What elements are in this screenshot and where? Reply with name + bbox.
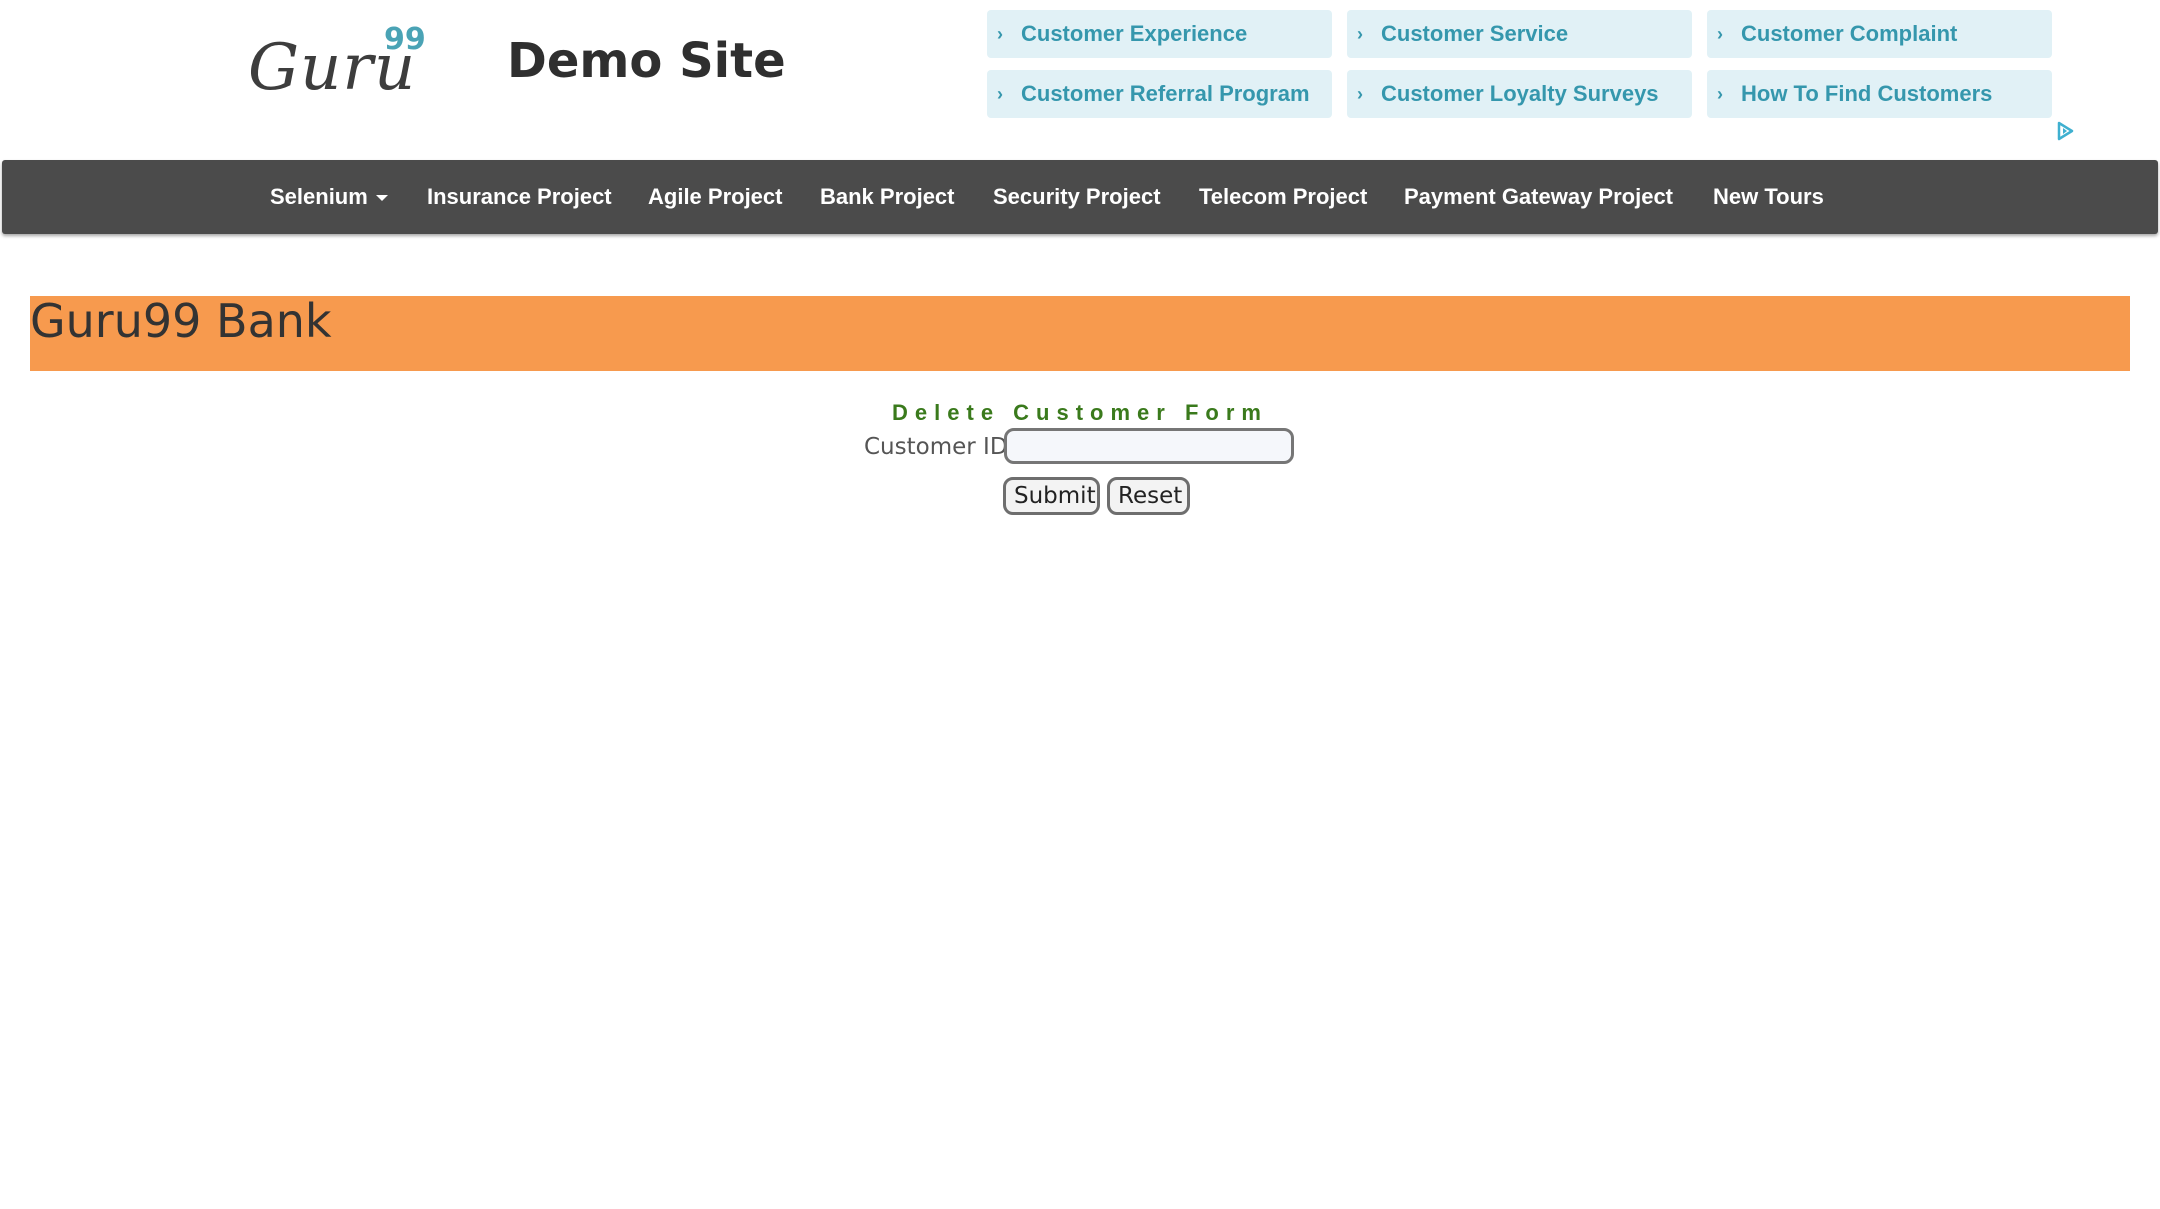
form-heading: Delete Customer Form [0,400,2160,426]
chevron-right-icon: › [1357,83,1363,104]
ad-link-label: Customer Loyalty Surveys [1381,81,1659,106]
ad-link-label: Customer Experience [1021,21,1248,46]
chevron-right-icon: › [997,83,1003,104]
customer-id-input[interactable] [1004,428,1294,464]
ad-link-customer-loyalty-surveys[interactable]: › Customer Loyalty Surveys [1347,70,1692,118]
nav-insurance-project[interactable]: Insurance Project [427,160,612,234]
nav-payment-gateway-project[interactable]: Payment Gateway Project [1404,160,1673,234]
customer-id-label: Customer ID [864,434,1008,460]
chevron-right-icon: › [1717,83,1723,104]
ad-link-label: Customer Complaint [1741,21,1958,46]
nav-security-project[interactable]: Security Project [993,160,1161,234]
ad-link-label: How To Find Customers [1741,81,1993,106]
submit-button[interactable]: Submit [1003,477,1100,515]
ad-link-customer-service[interactable]: › Customer Service [1347,10,1692,58]
ad-link-label: Customer Referral Program [1021,81,1310,106]
page-title: Guru99 Bank [30,294,332,348]
site-header: Guru 99 Demo Site › Customer Experience … [0,0,2160,158]
chevron-right-icon: › [997,23,1003,44]
reset-button[interactable]: Reset [1107,477,1190,515]
chevron-right-icon: › [1717,23,1723,44]
nav-selenium-dropdown[interactable]: Selenium [270,160,388,234]
nav-item-label: Selenium [270,184,368,209]
main-navbar: Selenium Insurance Project Agile Project… [2,160,2158,234]
ad-link-label: Customer Service [1381,21,1569,46]
nav-agile-project[interactable]: Agile Project [648,160,782,234]
ad-links-panel: › Customer Experience › Customer Service… [987,10,2055,120]
site-title: Demo Site [507,33,786,89]
ad-link-customer-experience[interactable]: › Customer Experience [987,10,1332,58]
page-banner: Guru99 Bank [30,296,2130,371]
nav-telecom-project[interactable]: Telecom Project [1199,160,1367,234]
form-heading-text: Delete Customer Form [892,400,1268,425]
logo-superscript: 99 [384,22,426,57]
ad-link-customer-referral-program[interactable]: › Customer Referral Program [987,70,1332,118]
nav-bank-project[interactable]: Bank Project [820,160,955,234]
ad-link-how-to-find-customers[interactable]: › How To Find Customers [1707,70,2052,118]
adchoices-icon[interactable] [2054,120,2076,142]
caret-down-icon [375,195,388,202]
nav-new-tours[interactable]: New Tours [1713,160,1824,234]
ad-link-customer-complaint[interactable]: › Customer Complaint [1707,10,2052,58]
guru99-logo[interactable]: Guru 99 [248,20,438,110]
chevron-right-icon: › [1357,23,1363,44]
